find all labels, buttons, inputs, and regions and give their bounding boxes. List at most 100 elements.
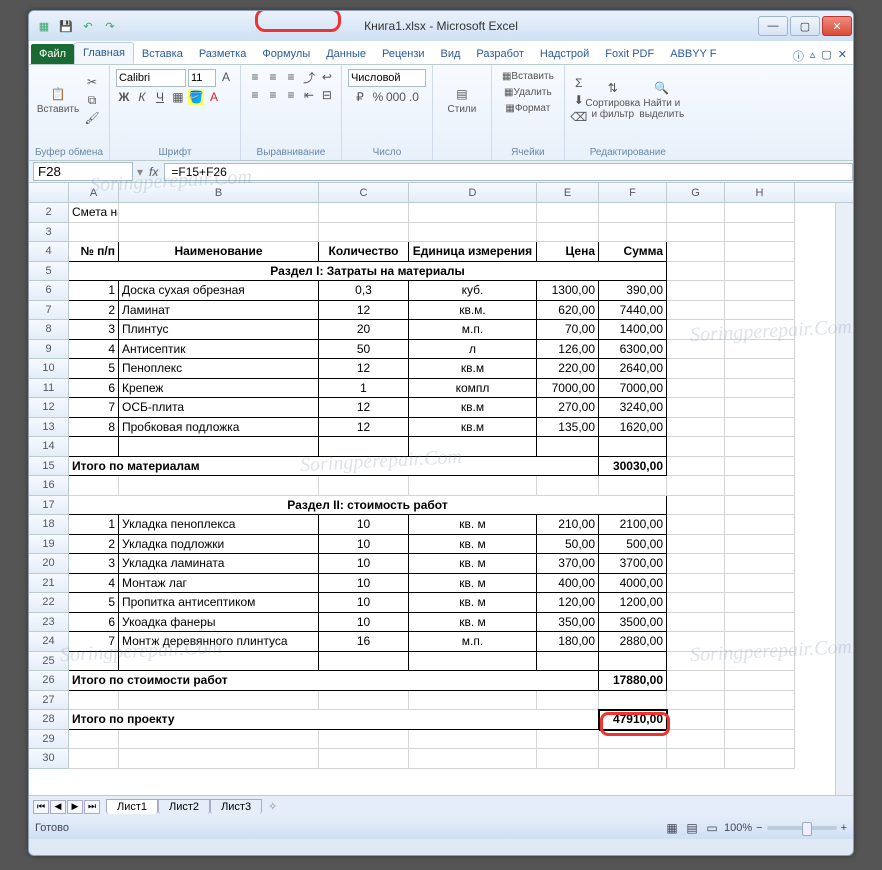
cell[interactable] [725, 203, 795, 223]
cell[interactable]: Антисептик [119, 340, 319, 360]
cell[interactable] [725, 496, 795, 516]
cell[interactable]: 1 [319, 379, 409, 399]
row-header[interactable]: 30 [29, 749, 69, 769]
cell[interactable] [69, 437, 119, 457]
row-header[interactable]: 23 [29, 613, 69, 633]
row-header[interactable]: 12 [29, 398, 69, 418]
tab-foxit[interactable]: Foxit PDF [597, 44, 662, 64]
increase-font-icon[interactable]: A [218, 69, 234, 85]
cell[interactable] [667, 710, 725, 730]
cell[interactable]: Пробковая подложка [119, 418, 319, 438]
save-icon[interactable]: 💾 [57, 17, 75, 35]
align-mid-icon[interactable]: ≡ [265, 69, 281, 85]
font-color-icon[interactable]: A [206, 89, 222, 105]
cell[interactable]: 2 [69, 535, 119, 555]
sheet-tab[interactable]: Лист2 [158, 799, 210, 814]
fill-color-icon[interactable]: 🪣 [188, 89, 204, 105]
cell[interactable]: 10 [319, 574, 409, 594]
cell[interactable]: 1 [69, 515, 119, 535]
cell[interactable]: 6 [69, 379, 119, 399]
cell[interactable] [119, 476, 319, 496]
col-header[interactable]: A [69, 183, 119, 202]
cell[interactable]: 0,3 [319, 281, 409, 301]
cell[interactable]: Пропитка антисептиком [119, 593, 319, 613]
col-header[interactable]: G [667, 183, 725, 202]
row-header[interactable]: 17 [29, 496, 69, 516]
doc-restore-icon[interactable]: ▢ [821, 48, 831, 64]
tab-abbyy[interactable]: ABBYY F [662, 44, 724, 64]
cell[interactable]: 10 [319, 515, 409, 535]
cell[interactable] [667, 203, 725, 223]
cell[interactable] [667, 574, 725, 594]
cell[interactable]: 1300,00 [537, 281, 599, 301]
cell[interactable] [119, 730, 319, 750]
row-header[interactable]: 5 [29, 262, 69, 282]
cell[interactable] [725, 301, 795, 321]
cell[interactable] [667, 652, 725, 672]
row-header[interactable]: 2 [29, 203, 69, 223]
undo-icon[interactable]: ↶ [79, 17, 97, 35]
cell[interactable] [725, 652, 795, 672]
tab-dev[interactable]: Разработ [468, 44, 531, 64]
cell[interactable] [69, 652, 119, 672]
cell[interactable]: кв. м [409, 554, 537, 574]
cell[interactable] [537, 476, 599, 496]
cell[interactable] [725, 632, 795, 652]
cell[interactable] [319, 223, 409, 243]
comma-icon[interactable]: 000 [388, 89, 404, 105]
font-size-select[interactable] [188, 69, 216, 87]
cell[interactable]: м.п. [409, 320, 537, 340]
cell[interactable] [599, 203, 667, 223]
row-header[interactable]: 29 [29, 730, 69, 750]
cell[interactable]: ОСБ-плита [119, 398, 319, 418]
row-header[interactable]: 9 [29, 340, 69, 360]
underline-icon[interactable]: Ч [152, 89, 168, 105]
cell[interactable]: кв.м [409, 418, 537, 438]
cell[interactable]: л [409, 340, 537, 360]
cell[interactable]: Монтж деревянного плинтуса [119, 632, 319, 652]
align-left-icon[interactable]: ≡ [247, 87, 263, 103]
cell[interactable] [667, 476, 725, 496]
row-header[interactable]: 6 [29, 281, 69, 301]
cell[interactable]: кв. м [409, 593, 537, 613]
italic-icon[interactable]: К [134, 89, 150, 105]
cell[interactable]: 10 [319, 554, 409, 574]
cell[interactable] [725, 223, 795, 243]
tab-review[interactable]: Рецензи [374, 44, 433, 64]
sheet-tab[interactable]: Лист3 [210, 799, 262, 814]
row-header[interactable]: 8 [29, 320, 69, 340]
format-cells-button[interactable]: ▦ Формат [501, 101, 554, 116]
currency-icon[interactable]: ₽ [352, 89, 368, 105]
cell[interactable]: 180,00 [537, 632, 599, 652]
insert-cells-button[interactable]: ▦ Вставить [498, 69, 558, 84]
wrap-text-icon[interactable]: ↩ [319, 69, 335, 85]
cell[interactable] [319, 749, 409, 769]
cell[interactable] [667, 749, 725, 769]
align-bot-icon[interactable]: ≡ [283, 69, 299, 85]
select-all-corner[interactable] [29, 183, 69, 202]
cell[interactable]: м.п. [409, 632, 537, 652]
zoom-out-icon[interactable]: − [756, 822, 762, 834]
tab-layout[interactable]: Разметка [191, 44, 255, 64]
col-header[interactable]: E [537, 183, 599, 202]
cell[interactable] [725, 613, 795, 633]
cell[interactable] [667, 535, 725, 555]
cell[interactable]: 126,00 [537, 340, 599, 360]
cell[interactable] [725, 710, 795, 730]
align-center-icon[interactable]: ≡ [265, 87, 281, 103]
ribbon-minimize-icon[interactable]: ▵ [810, 48, 816, 64]
cell[interactable] [409, 437, 537, 457]
find-select-button[interactable]: 🔍Найти и выделить [639, 69, 685, 131]
orientation-icon[interactable]: ⤴ [301, 69, 317, 85]
cell[interactable] [725, 379, 795, 399]
cell[interactable]: 70,00 [537, 320, 599, 340]
sheet-nav-first-icon[interactable]: ⏮ [33, 800, 49, 814]
cell[interactable] [409, 476, 537, 496]
cell[interactable] [599, 730, 667, 750]
col-header[interactable]: B [119, 183, 319, 202]
col-header[interactable]: C [319, 183, 409, 202]
cell[interactable]: 47910,00 [599, 710, 667, 730]
sort-filter-button[interactable]: ⇅Сортировка и фильтр [590, 69, 636, 131]
cell[interactable] [725, 242, 795, 262]
format-painter-icon[interactable]: 🖌 [84, 110, 100, 126]
